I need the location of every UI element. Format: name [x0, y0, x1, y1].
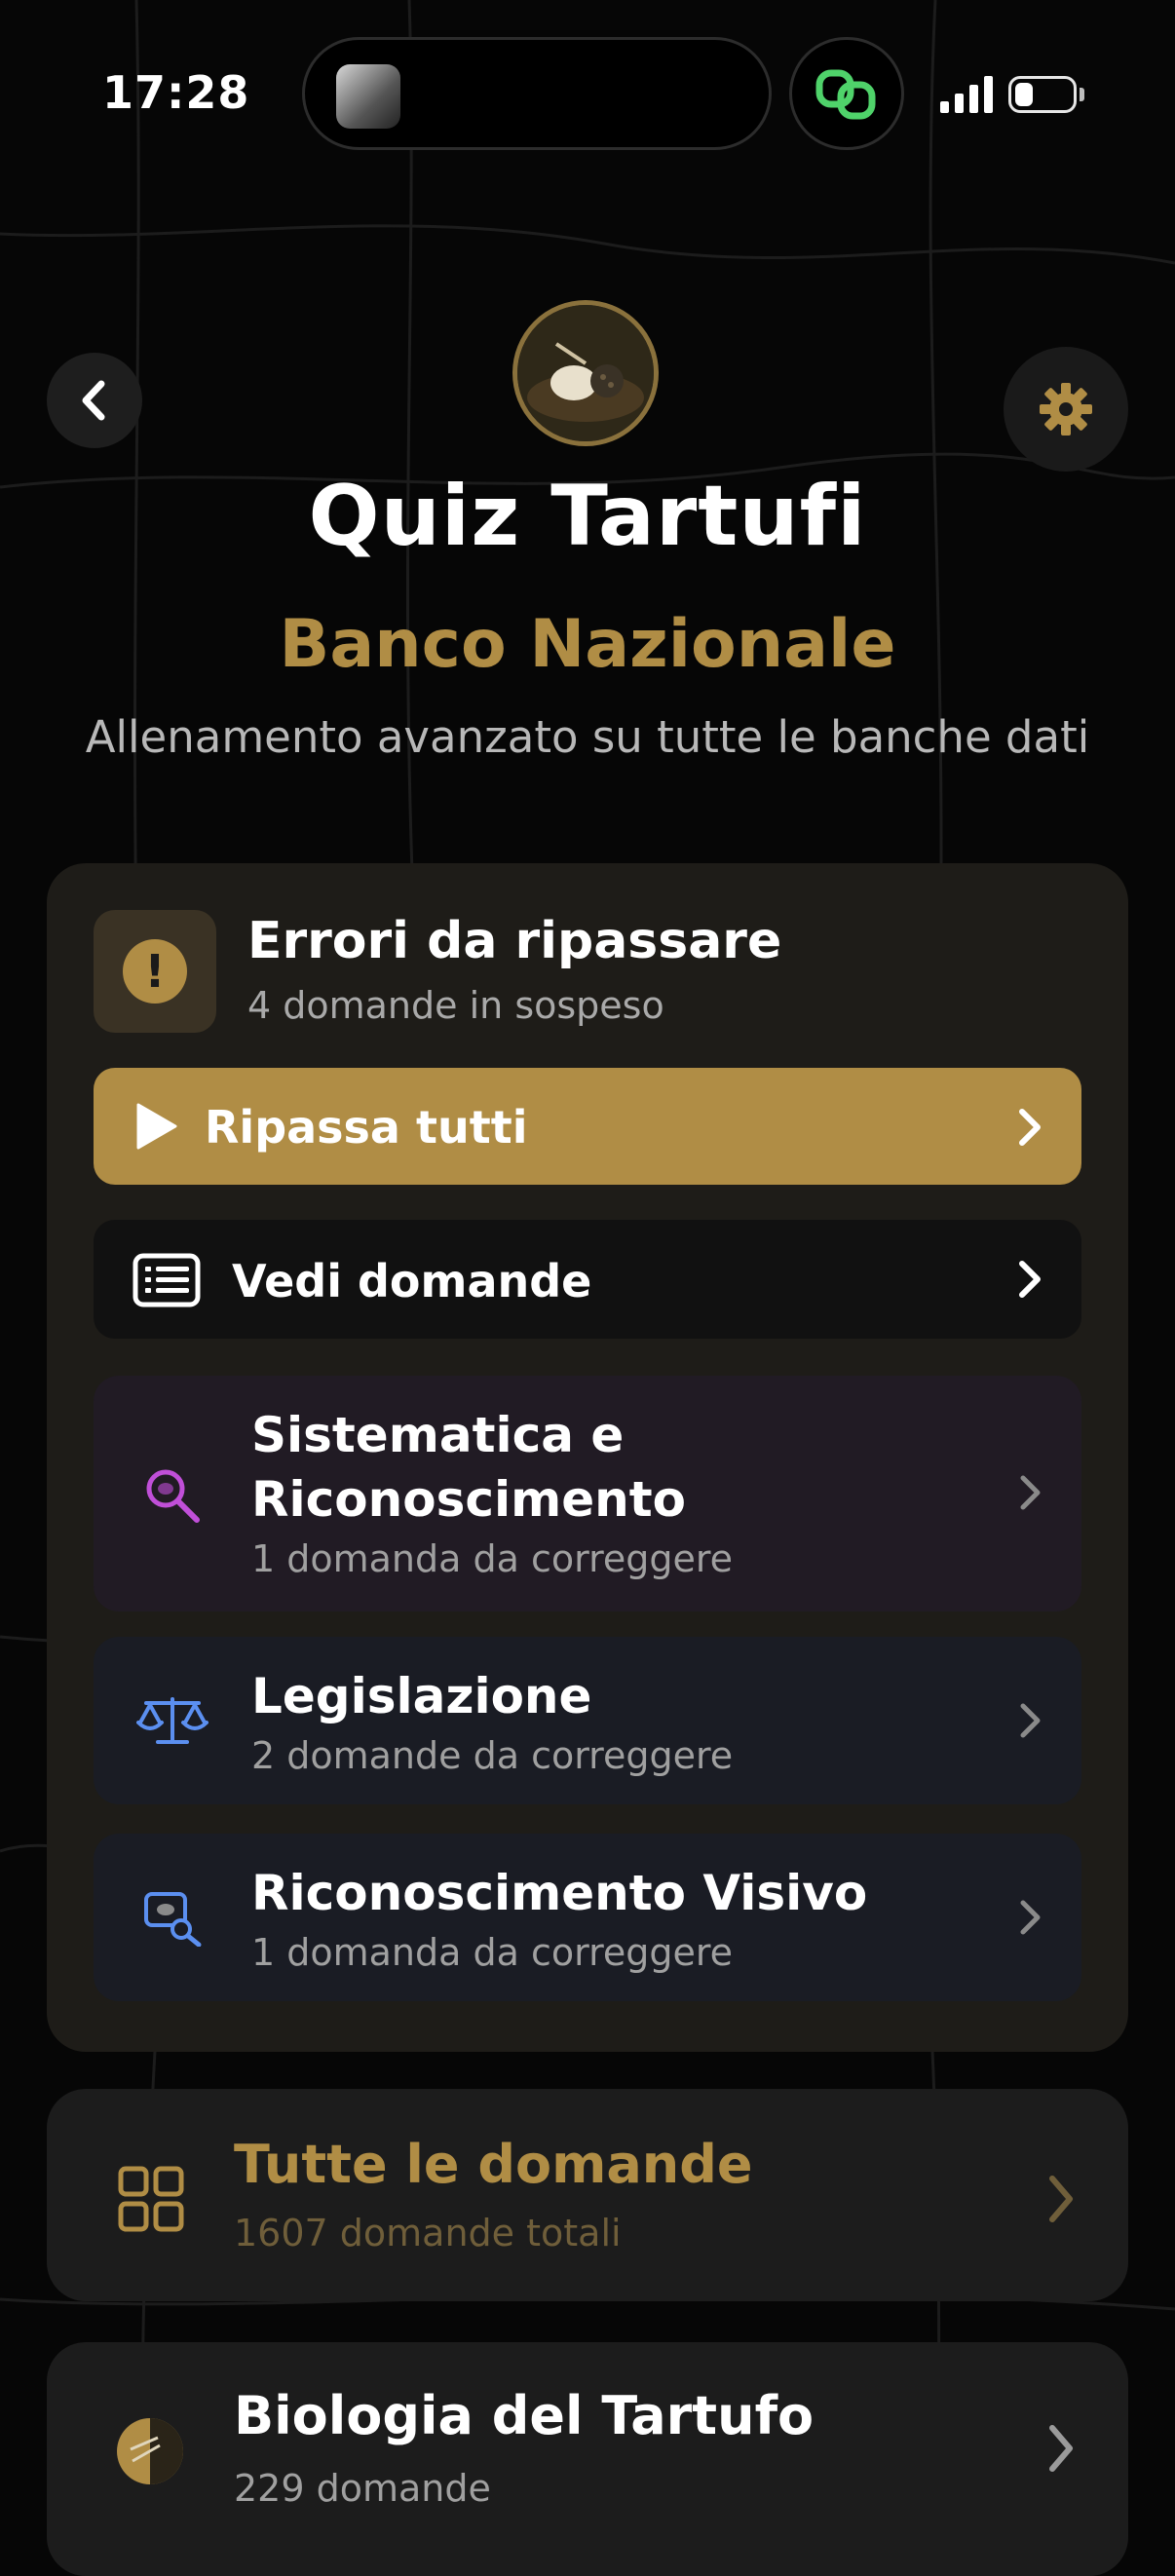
- island-avatar: [336, 64, 400, 129]
- battery-cap: [1080, 88, 1084, 101]
- image-search-icon: [144, 1892, 202, 1947]
- section-subtitle: 229 domande: [234, 2467, 491, 2510]
- play-icon: [136, 1103, 177, 1150]
- grid-icon: [118, 2166, 184, 2232]
- category-title: Legislazione: [251, 1668, 592, 1724]
- view-questions-label: Vedi domande: [232, 1255, 592, 1307]
- chevron-right-icon: [1020, 1475, 1041, 1510]
- settings-button[interactable]: [1004, 347, 1128, 472]
- island-link-pill: [789, 37, 904, 150]
- chevron-right-icon: [1020, 1703, 1041, 1738]
- all-questions-card[interactable]: [47, 2089, 1128, 2301]
- review-all-label: Ripassa tutti: [205, 1101, 528, 1154]
- scales-icon: [136, 1697, 208, 1744]
- category-title-line2: Riconoscimento: [251, 1471, 686, 1528]
- app-logo: [512, 300, 659, 446]
- dynamic-island: [302, 37, 772, 150]
- signal-icon: [940, 76, 993, 113]
- category-subtitle: 1 domanda da correggere: [251, 1931, 734, 1974]
- list-icon: [133, 1253, 201, 1307]
- all-questions-subtitle: 1607 domande totali: [234, 2212, 622, 2254]
- all-questions-title: Tutte le domande: [234, 2134, 753, 2195]
- truffle-logo-icon: [517, 305, 654, 441]
- battery-icon: [1008, 76, 1077, 113]
- errors-subtitle: 4 domande in sospeso: [247, 984, 664, 1027]
- chevron-right-icon: [1019, 1261, 1041, 1298]
- chevron-right-icon: [1019, 1109, 1041, 1146]
- truffle-section-icon: [117, 2418, 183, 2484]
- magnifier-icon: [146, 1469, 200, 1523]
- page-description: Allenamento avanzato su tutte le banche …: [85, 711, 1090, 763]
- section-title: Biologia del Tartufo: [234, 2385, 815, 2446]
- section-card-biologia[interactable]: [47, 2342, 1128, 2576]
- category-subtitle: 1 domanda da correggere: [251, 1537, 734, 1580]
- chevron-right-icon: [1049, 2176, 1073, 2222]
- category-title-line1: Sistematica e: [251, 1407, 625, 1463]
- status-time: 17:28: [102, 66, 250, 119]
- page-subtitle: Banco Nazionale: [279, 606, 896, 683]
- category-subtitle: 2 domande da correggere: [251, 1734, 734, 1777]
- errors-title: Errori da ripassare: [247, 912, 782, 970]
- chevron-right-icon: [1020, 1900, 1041, 1935]
- chevron-left-icon: [82, 380, 105, 421]
- back-button[interactable]: [47, 353, 142, 448]
- exclamation-icon: !: [123, 939, 187, 1004]
- category-title: Riconoscimento Visivo: [251, 1865, 868, 1921]
- chevron-right-icon: [1049, 2425, 1073, 2472]
- link-icon: [815, 69, 876, 120]
- page-title: Quiz Tartufi: [308, 468, 867, 565]
- gear-icon: [1040, 383, 1092, 436]
